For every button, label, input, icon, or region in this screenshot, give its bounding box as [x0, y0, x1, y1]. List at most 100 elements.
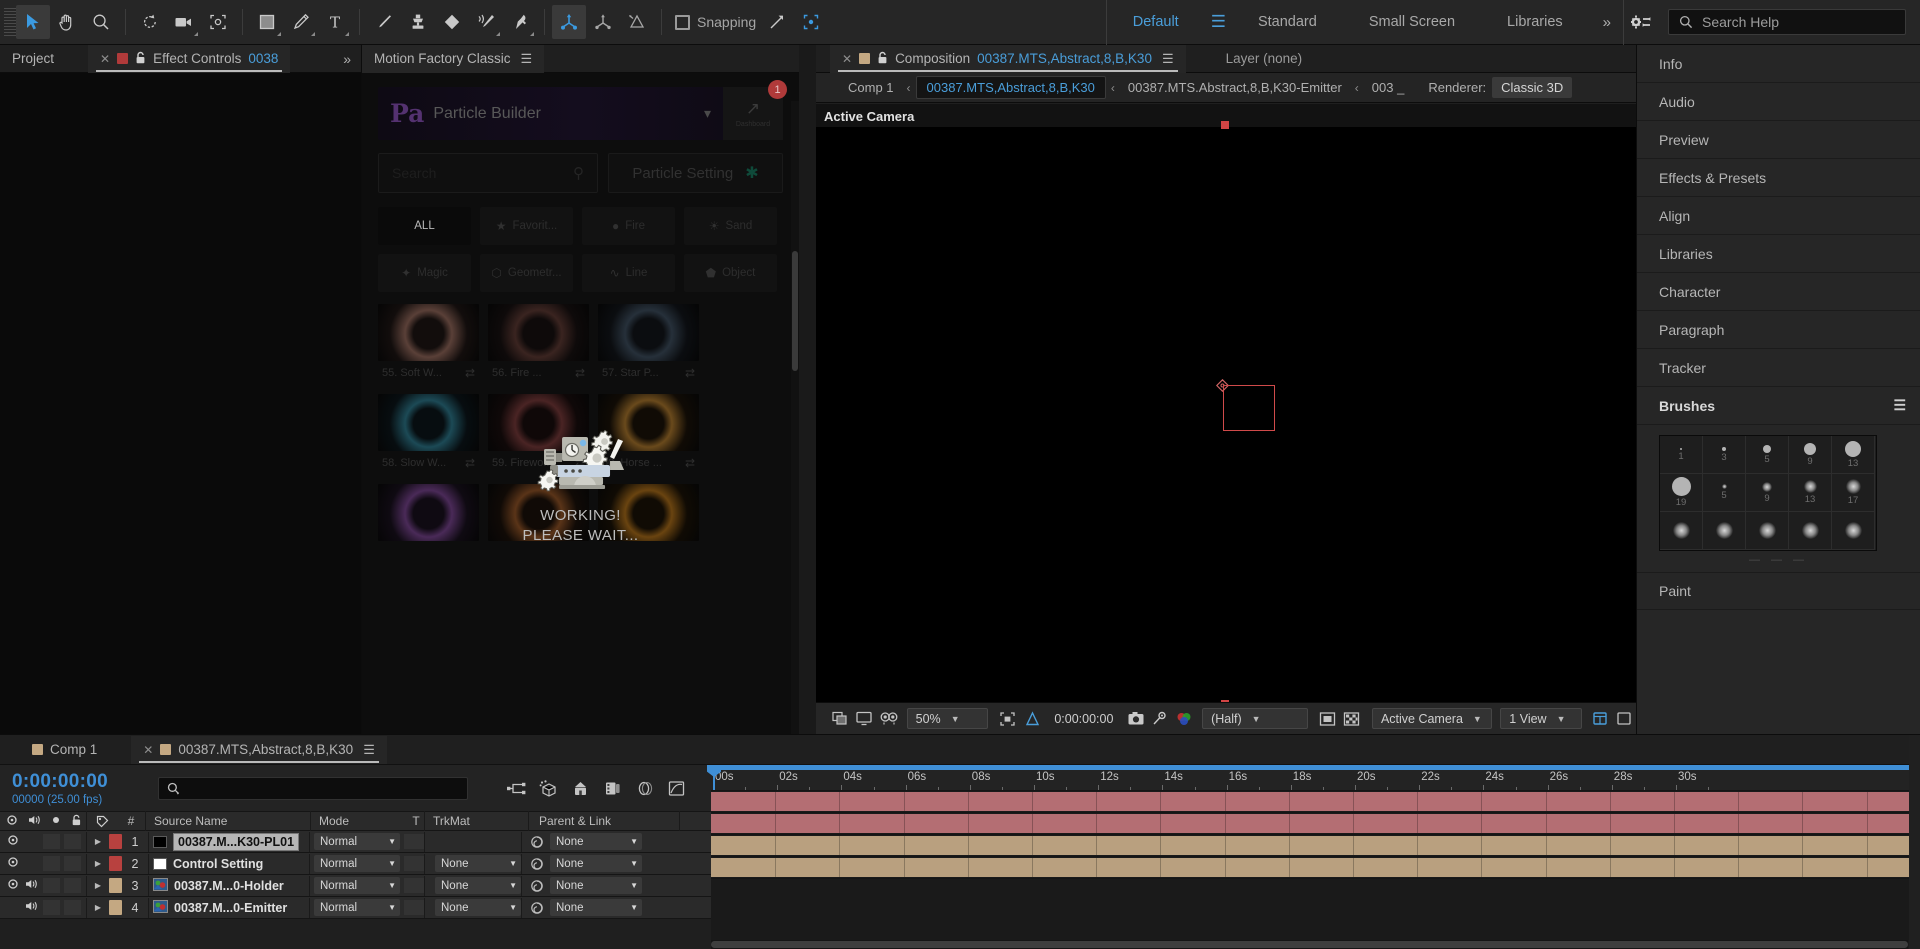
- parent-pickwhip-icon[interactable]: [530, 835, 544, 849]
- brush-swatch[interactable]: [1660, 512, 1703, 550]
- breadcrumb-comp-1[interactable]: Comp 1: [840, 80, 902, 95]
- brush-swatch[interactable]: 13: [1789, 474, 1832, 512]
- panel-align[interactable]: Align: [1637, 197, 1920, 235]
- layer-duration-bar[interactable]: [711, 836, 1920, 855]
- video-toggle-icon[interactable]: [4, 878, 21, 893]
- sync-settings-icon[interactable]: [1624, 5, 1658, 39]
- playhead[interactable]: [707, 765, 721, 790]
- motion-factory-menu-icon[interactable]: ☰: [521, 51, 533, 67]
- category-favorit[interactable]: ★ Favorit...: [480, 207, 573, 245]
- breadcrumb-active-comp[interactable]: 00387.MTS,Abstract,8,B,K30: [915, 76, 1106, 99]
- layer-selection-rect[interactable]: [1223, 385, 1275, 431]
- timeline-tab-comp-1[interactable]: Comp 1: [20, 736, 109, 764]
- layer-source-name[interactable]: 00387.M...0-Emitter: [149, 899, 309, 916]
- resolution-select[interactable]: (Half) ▼: [1202, 708, 1308, 729]
- tab-effect-controls[interactable]: ✕ Effect Controls 0038: [88, 44, 291, 73]
- layer-label-color[interactable]: [109, 878, 122, 893]
- solo-toggle[interactable]: [43, 900, 60, 915]
- composition-canvas[interactable]: [816, 121, 1636, 702]
- swap-icon[interactable]: ⇄: [685, 456, 695, 470]
- panel-libraries[interactable]: Libraries: [1637, 235, 1920, 273]
- brush-swatch[interactable]: [1789, 512, 1832, 550]
- parent-link-select[interactable]: None ▼: [550, 877, 642, 894]
- layer-mode-select[interactable]: Normal ▼: [314, 899, 400, 916]
- zoom-level-select[interactable]: 50% ▼: [906, 708, 988, 729]
- parent-link-select[interactable]: None ▼: [550, 855, 642, 872]
- timeline-track[interactable]: [711, 835, 1920, 857]
- timeline-tab-close-icon[interactable]: ✕: [143, 743, 153, 757]
- track-matte-select[interactable]: [435, 833, 521, 850]
- hand-tool[interactable]: [50, 5, 84, 39]
- brush-swatch[interactable]: [1832, 512, 1875, 550]
- lock-toggle[interactable]: [64, 834, 81, 849]
- view-layout-select[interactable]: 1 View ▼: [1500, 708, 1582, 729]
- graph-editor-icon[interactable]: [660, 773, 692, 803]
- preset-item[interactable]: 56. Fire ... ⇄: [488, 304, 589, 385]
- layer-source-name[interactable]: 00387.M...0-Holder: [149, 877, 309, 894]
- panel-effects-presets[interactable]: Effects & Presets: [1637, 159, 1920, 197]
- track-matte-select[interactable]: None ▼: [435, 877, 521, 894]
- preset-item[interactable]: 58. Slow W... ⇄: [378, 394, 479, 475]
- hide-shy-layers-icon[interactable]: [564, 773, 596, 803]
- track-matte-select[interactable]: None ▼: [435, 855, 521, 872]
- video-toggle-icon[interactable]: [4, 834, 21, 849]
- preset-item[interactable]: [488, 484, 589, 565]
- swap-icon[interactable]: ⇄: [465, 366, 475, 380]
- workspace-menu-icon[interactable]: ☰: [1205, 12, 1232, 32]
- panel-character[interactable]: Character: [1637, 273, 1920, 311]
- layer-mode-select[interactable]: Normal ▼: [314, 855, 400, 872]
- breadcrumb-003[interactable]: 003 _: [1364, 80, 1413, 95]
- category-object[interactable]: ⬟ Object: [684, 254, 777, 292]
- layer-label-color[interactable]: [109, 856, 122, 871]
- lock-toggle[interactable]: [64, 878, 81, 893]
- brush-swatch[interactable]: [1703, 512, 1746, 550]
- composition-close-icon[interactable]: ✕: [842, 52, 852, 66]
- panel-paint[interactable]: Paint: [1637, 572, 1920, 610]
- preset-item[interactable]: [598, 484, 699, 565]
- particle-setting-button[interactable]: Particle Setting ✱: [608, 153, 783, 193]
- draft-3d-icon[interactable]: [532, 773, 564, 803]
- panel-tracker[interactable]: Tracker: [1637, 349, 1920, 387]
- timeline-track[interactable]: [711, 857, 1920, 879]
- swap-icon[interactable]: ⇄: [465, 456, 475, 470]
- tab-motion-factory-classic[interactable]: Motion Factory Classic ☰: [362, 44, 545, 73]
- brush-swatch[interactable]: 19: [1660, 474, 1703, 512]
- category-sand[interactable]: ☀ Sand: [684, 207, 777, 245]
- breadcrumb-emitter[interactable]: 00387.MTS.Abstract,8,B,K30-Emitter: [1120, 80, 1350, 95]
- snap-region-icon[interactable]: [794, 5, 828, 39]
- comp-timecode[interactable]: 0:00:00:00: [1044, 712, 1123, 726]
- category-geometr[interactable]: ⬡ Geometr...: [480, 254, 573, 292]
- pan-behind-tool[interactable]: [201, 5, 235, 39]
- mask-view-icon[interactable]: [876, 706, 900, 732]
- frame-blending-icon[interactable]: [596, 773, 628, 803]
- snapping-checkbox[interactable]: [675, 14, 690, 30]
- brush-swatch[interactable]: 17: [1832, 474, 1875, 512]
- brush-tool[interactable]: [367, 5, 401, 39]
- brush-swatch[interactable]: 13: [1832, 436, 1875, 474]
- clone-stamp-tool[interactable]: [401, 5, 435, 39]
- motion-blur-icon[interactable]: [628, 773, 660, 803]
- timeline-search-input[interactable]: [158, 776, 468, 800]
- grid-guides-icon[interactable]: [1020, 706, 1044, 732]
- search-help-input[interactable]: Search Help: [1668, 9, 1906, 35]
- parent-pickwhip-icon[interactable]: [530, 857, 544, 871]
- show-channel-icon[interactable]: [852, 706, 876, 732]
- category-all[interactable]: ALL: [378, 207, 471, 245]
- layer-source-name[interactable]: Control Setting: [149, 857, 309, 871]
- category-magic[interactable]: ✦ Magic: [378, 254, 471, 292]
- expand-triangle-icon[interactable]: ▶: [87, 859, 109, 868]
- workspace-libraries[interactable]: Libraries: [1481, 0, 1589, 45]
- preset-item[interactable]: [378, 484, 479, 565]
- timeline-ruler[interactable]: 00s 02s 04s 06s 08s 10s 12s 14s 16s 18s 20s 22s 24s 2…: [707, 765, 1920, 791]
- pen-tool[interactable]: [284, 5, 318, 39]
- rotation-tool[interactable]: [133, 5, 167, 39]
- roto-brush-tool[interactable]: [469, 5, 503, 39]
- type-tool[interactable]: T: [318, 5, 352, 39]
- timeline-track[interactable]: [711, 791, 1920, 813]
- swap-icon[interactable]: ⇄: [575, 456, 585, 470]
- timeline-horizontal-scrollbar[interactable]: [711, 940, 1908, 949]
- composition-mini-flowchart-icon[interactable]: [500, 773, 532, 803]
- layer-mode-select[interactable]: Normal ▼: [314, 833, 400, 850]
- lock-toggle[interactable]: [64, 900, 81, 915]
- shape-tool[interactable]: [250, 5, 284, 39]
